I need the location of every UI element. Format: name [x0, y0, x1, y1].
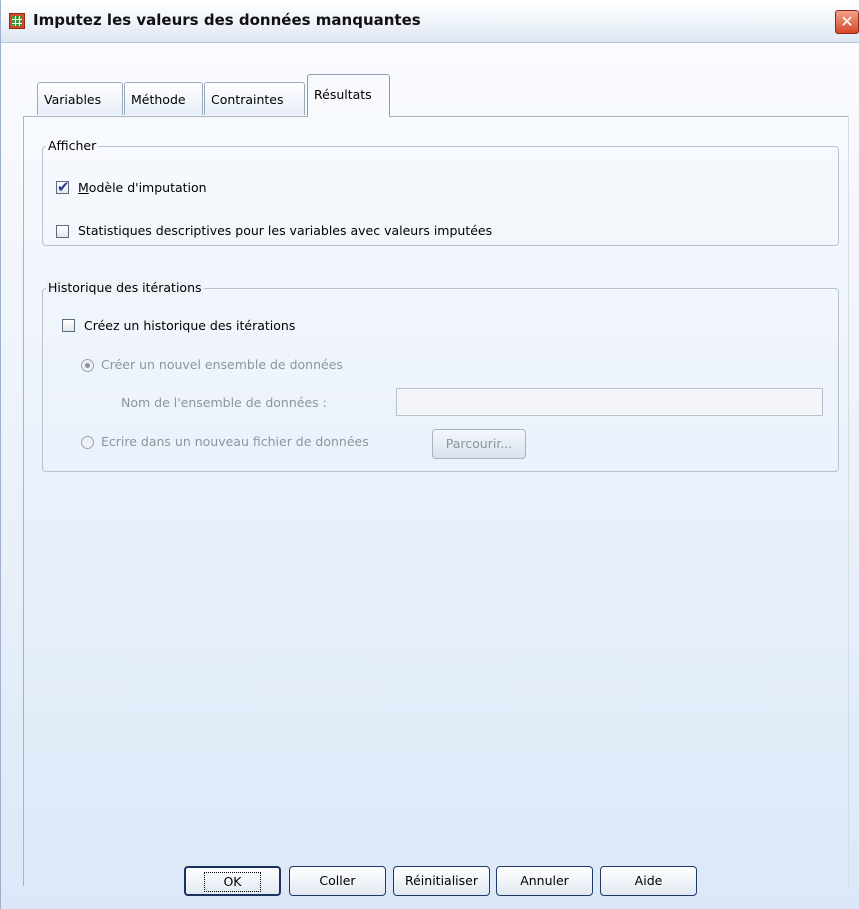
modele-imputation-checkbox[interactable]: [56, 178, 70, 196]
nom-ensemble-label: Nom de l'ensemble de données :: [121, 395, 327, 410]
historique-legend: Historique des itérations: [46, 280, 204, 295]
ecrire-fichier-label[interactable]: Ecrire dans un nouveau fichier de donnée…: [101, 434, 369, 449]
modele-imputation-label[interactable]: Modèle d'imputation: [78, 180, 207, 195]
parcourir-button[interactable]: Parcourir...: [432, 429, 526, 459]
tab-variables[interactable]: Variables: [37, 82, 123, 115]
window-title: Imputez les valeurs des données manquant…: [33, 11, 421, 29]
title-bar[interactable]: Imputez les valeurs des données manquant…: [1, 0, 859, 43]
aide-button[interactable]: Aide: [600, 866, 697, 896]
afficher-legend: Afficher: [46, 138, 99, 153]
coller-button[interactable]: Coller: [289, 866, 386, 896]
tab-contraintes[interactable]: Contraintes: [204, 82, 305, 115]
statistiques-descriptives-label[interactable]: Statistiques descriptives pour les varia…: [78, 223, 492, 238]
dialog-window: Imputez les valeurs des données manquant…: [0, 0, 859, 909]
creez-historique-checkbox[interactable]: [62, 319, 75, 332]
tab-resultats[interactable]: Résultats: [307, 74, 390, 117]
tab-methode[interactable]: Méthode: [124, 82, 203, 115]
nom-ensemble-input[interactable]: [396, 388, 823, 416]
reinitialiser-button[interactable]: Réinitialiser: [393, 866, 490, 896]
creer-nouvel-ensemble-label[interactable]: Créer un nouvel ensemble de données: [101, 357, 343, 372]
close-button[interactable]: ✕: [835, 10, 859, 34]
ecrire-fichier-radio[interactable]: [81, 436, 94, 449]
ok-button[interactable]: OK: [184, 866, 281, 896]
creer-nouvel-ensemble-radio[interactable]: [81, 359, 94, 372]
creez-historique-label[interactable]: Créez un historique des itérations: [84, 318, 295, 333]
statistiques-descriptives-checkbox[interactable]: [56, 225, 69, 238]
annuler-button[interactable]: Annuler: [496, 866, 593, 896]
app-table-icon: [9, 13, 25, 29]
